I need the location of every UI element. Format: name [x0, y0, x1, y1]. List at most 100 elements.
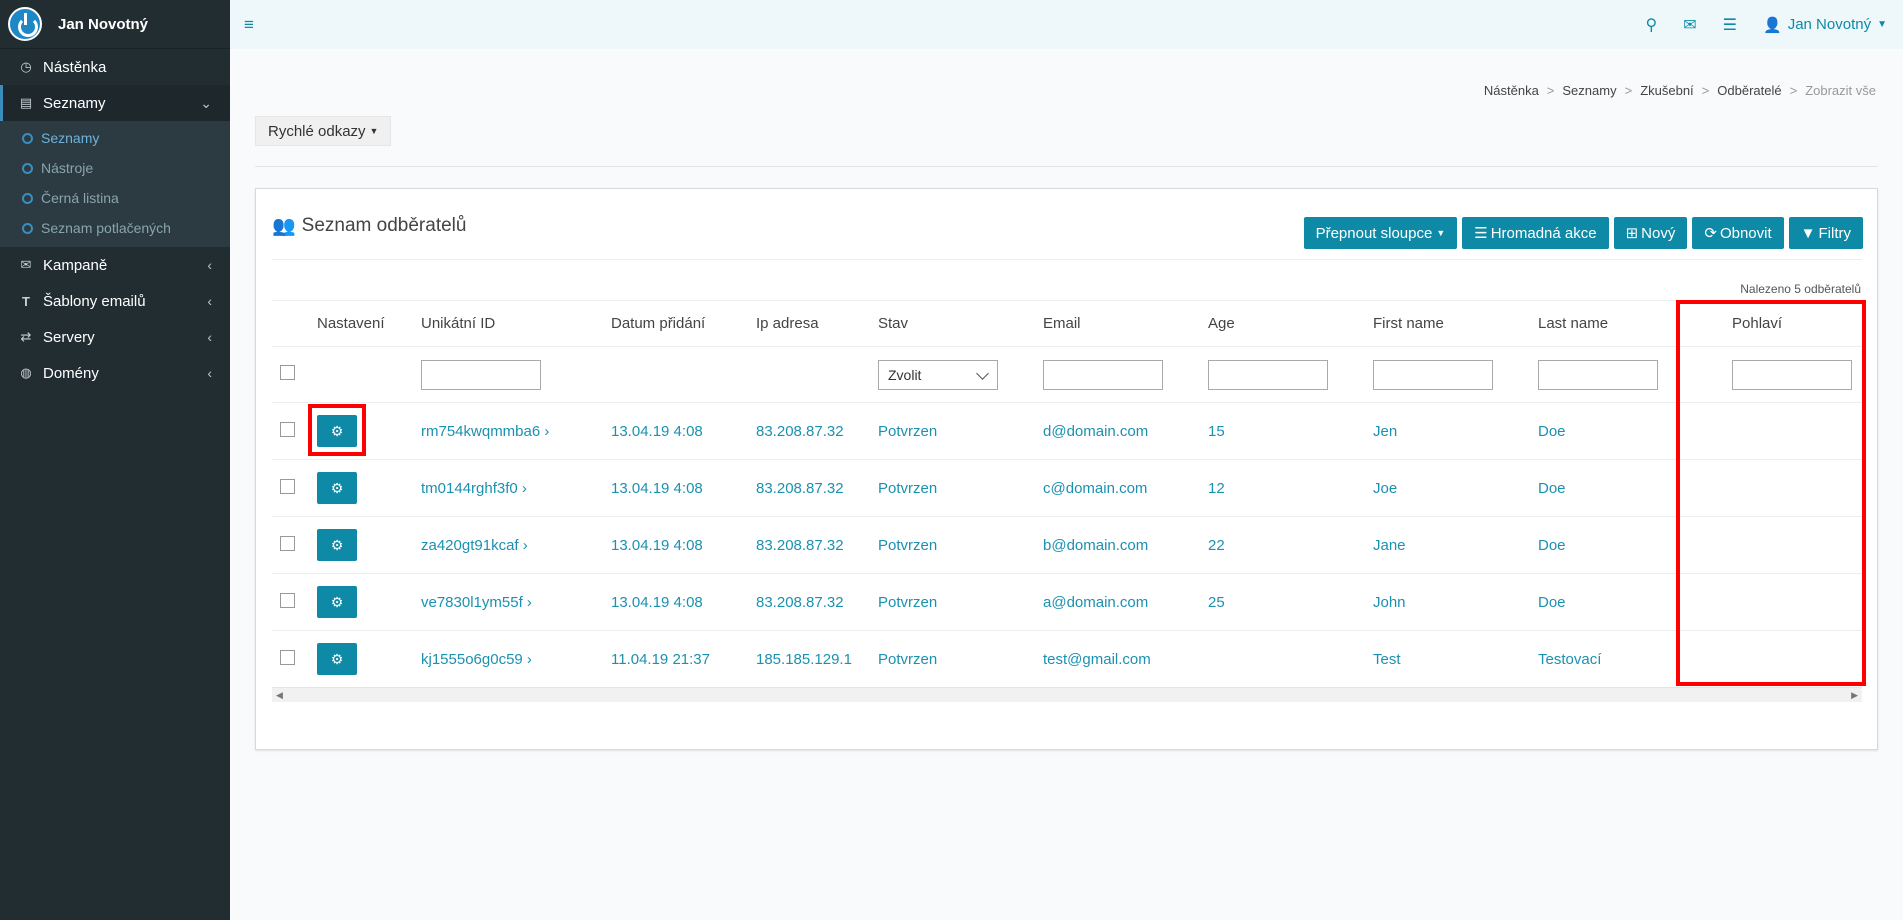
breadcrumb-item[interactable]: Odběratelé — [1717, 83, 1781, 98]
toggle-columns-button[interactable]: Přepnout sloupce ▼ — [1303, 217, 1458, 249]
dashboard-icon: ◷ — [20, 59, 32, 74]
sidebar-submenu: Seznamy Nástroje Černá listina Seznam po… — [0, 121, 230, 247]
breadcrumb-item[interactable]: Seznamy — [1562, 83, 1616, 98]
cell-date: 13.04.19 4:08 — [611, 573, 756, 631]
sidebar-item-label: Nástěnka — [43, 58, 107, 76]
sidebar-item-label: Servery — [43, 328, 95, 346]
filter-status-select[interactable]: Zvolit — [878, 359, 998, 390]
brand-name: Jan Novotný — [58, 15, 149, 33]
row-checkbox[interactable] — [280, 649, 295, 665]
sidebar-item-label: Kampaně — [43, 256, 108, 274]
list-icon: ▤ — [19, 95, 33, 110]
horizontal-scrollbar[interactable]: ◀ ▶ — [272, 687, 1862, 702]
caret-down-icon: ▼ — [1436, 228, 1446, 238]
col-header[interactable]: Stav — [878, 300, 1043, 347]
col-header[interactable]: First name — [1373, 300, 1538, 347]
chevron-down-icon: ⌄ — [200, 94, 212, 111]
breadcrumb-item[interactable]: Zkušební — [1640, 83, 1693, 98]
scroll-right-icon[interactable]: ▶ — [1851, 690, 1858, 701]
filter-id-input[interactable] — [421, 359, 541, 390]
brand[interactable]: Jan Novotný — [0, 0, 230, 49]
sidebar-item-servery[interactable]: ⇄ Servery ‹ — [0, 319, 230, 355]
sidebar-item-sablony[interactable]: T Šablony emailů ‹ — [0, 283, 230, 319]
col-header[interactable]: Ip adresa — [756, 300, 878, 347]
filter-first-name-input[interactable] — [1373, 359, 1493, 390]
cell-id[interactable]: ve7830l1ym55f › — [421, 573, 611, 631]
col-header[interactable]: Nastavení — [317, 300, 421, 347]
hamburger-menu-icon[interactable]: ≡ — [244, 15, 254, 35]
row-checkbox[interactable] — [280, 421, 295, 437]
refresh-button[interactable]: ⟳ Obnovit — [1692, 217, 1784, 249]
row-checkbox[interactable] — [280, 535, 295, 551]
new-button[interactable]: ⊞ Nový — [1613, 217, 1688, 249]
cell-id[interactable]: kj1555o6g0c59 › — [421, 630, 611, 688]
cell-id[interactable]: za420gt91kcaf › — [421, 516, 611, 574]
cell-status: Potvrzen — [878, 459, 1043, 517]
col-header[interactable]: Age — [1208, 300, 1373, 347]
chevron-left-icon: ‹ — [207, 293, 212, 309]
chevron-left-icon: ‹ — [207, 365, 212, 381]
cell-id[interactable]: rm754kwqmmba6 › — [421, 402, 611, 460]
cell-id[interactable]: tm0144rghf3f0 › — [421, 459, 611, 517]
cogs-icon: ⚙ — [330, 593, 344, 610]
divider — [255, 166, 1878, 167]
scroll-left-icon[interactable]: ◀ — [276, 690, 283, 701]
cell-email: c@domain.com — [1043, 459, 1208, 517]
row-settings-button[interactable]: ⚙ — [317, 643, 357, 676]
filter-email-input[interactable] — [1043, 359, 1163, 390]
row-checkbox[interactable] — [280, 478, 295, 494]
sidebar-item-seznamy[interactable]: ▤ Seznamy ⌄ — [0, 85, 230, 121]
circle-icon — [22, 162, 33, 174]
subscribers-box: 👥 Seznam odběratelů Přepnout sloupce ▼ ☰… — [255, 188, 1878, 750]
select-all-checkbox[interactable] — [280, 365, 295, 380]
subscribers-table: Nastavení Unikátní ID Datum přidání Ip a… — [272, 300, 1862, 688]
cell-date: 13.04.19 4:08 — [611, 459, 756, 517]
cogs-icon: ⚙ — [330, 536, 344, 553]
row-checkbox[interactable] — [280, 592, 295, 608]
circle-icon — [22, 222, 33, 234]
row-settings-button[interactable]: ⚙ — [317, 472, 357, 504]
sidebar-item-nastenka[interactable]: ◷ Nástěnka — [0, 49, 230, 85]
row-settings-button[interactable]: ⚙ — [317, 529, 357, 561]
envelope-icon[interactable]: ✉ — [1683, 15, 1696, 35]
col-header[interactable]: Datum přidání — [611, 300, 756, 347]
breadcrumb-item[interactable]: Nástěnka — [1484, 83, 1539, 98]
cell-age: 22 — [1208, 516, 1373, 574]
sidebar-subitem-nastroje[interactable]: Nástroje — [0, 153, 230, 183]
power-logo-icon — [8, 7, 42, 41]
server-icon[interactable]: ☰ — [1723, 15, 1737, 35]
sidebar-item-label: Seznamy — [43, 94, 106, 112]
user-menu[interactable]: 👤 Jan Novotný ▼ — [1763, 16, 1887, 34]
filter-icon: ▼ — [1800, 224, 1816, 242]
cell-status: Potvrzen — [878, 402, 1043, 460]
sidebar-subitem-cerna-listina[interactable]: Černá listina — [0, 183, 230, 213]
sidebar-item-kampane[interactable]: ✉ Kampaně ‹ — [0, 247, 230, 283]
sidebar-subitem-seznamy[interactable]: Seznamy — [0, 123, 230, 153]
filter-age-input[interactable] — [1208, 359, 1328, 390]
user-name: Jan Novotný — [1787, 16, 1872, 33]
sidebar-subitem-label: Seznamy — [41, 130, 100, 146]
quick-links-button[interactable]: Rychlé odkazy ▼ — [255, 116, 392, 146]
cell-ip: 83.208.87.32 — [756, 459, 878, 517]
button-label: Hromadná akce — [1490, 224, 1597, 242]
highlight-gender-column — [1676, 300, 1866, 686]
bulk-action-button[interactable]: ☰ Hromadná akce — [1462, 217, 1609, 249]
cell-email: d@domain.com — [1043, 402, 1208, 460]
filter-last-name-input[interactable] — [1538, 359, 1658, 390]
caret-down-icon: ▼ — [1877, 19, 1887, 30]
results-count: Nalezeno 5 odběratelů — [1740, 282, 1861, 296]
col-header[interactable]: Unikátní ID — [421, 300, 611, 347]
row-settings-button[interactable]: ⚙ — [317, 586, 357, 618]
sidebar-subitem-seznam-potlacenych[interactable]: Seznam potlačených — [0, 213, 230, 243]
table-row: ⚙ ve7830l1ym55f › 13.04.19 4:08 83.208.8… — [272, 573, 1862, 631]
cell-ip: 83.208.87.32 — [756, 516, 878, 574]
filters-button[interactable]: ▼ Filtry — [1788, 217, 1863, 249]
sidebar-item-label: Šablony emailů — [43, 292, 146, 310]
cogs-icon: ⚙ — [330, 650, 344, 667]
col-header[interactable]: Email — [1043, 300, 1208, 347]
search-icon[interactable]: ⚲ — [1646, 15, 1658, 35]
refresh-icon: ⟳ — [1704, 225, 1717, 242]
sidebar-item-domeny[interactable]: ◍ Domény ‹ — [0, 355, 230, 391]
box-actions: Přepnout sloupce ▼ ☰ Hromadná akce ⊞ Nov… — [1303, 217, 1863, 249]
chevron-left-icon: ‹ — [207, 329, 212, 345]
